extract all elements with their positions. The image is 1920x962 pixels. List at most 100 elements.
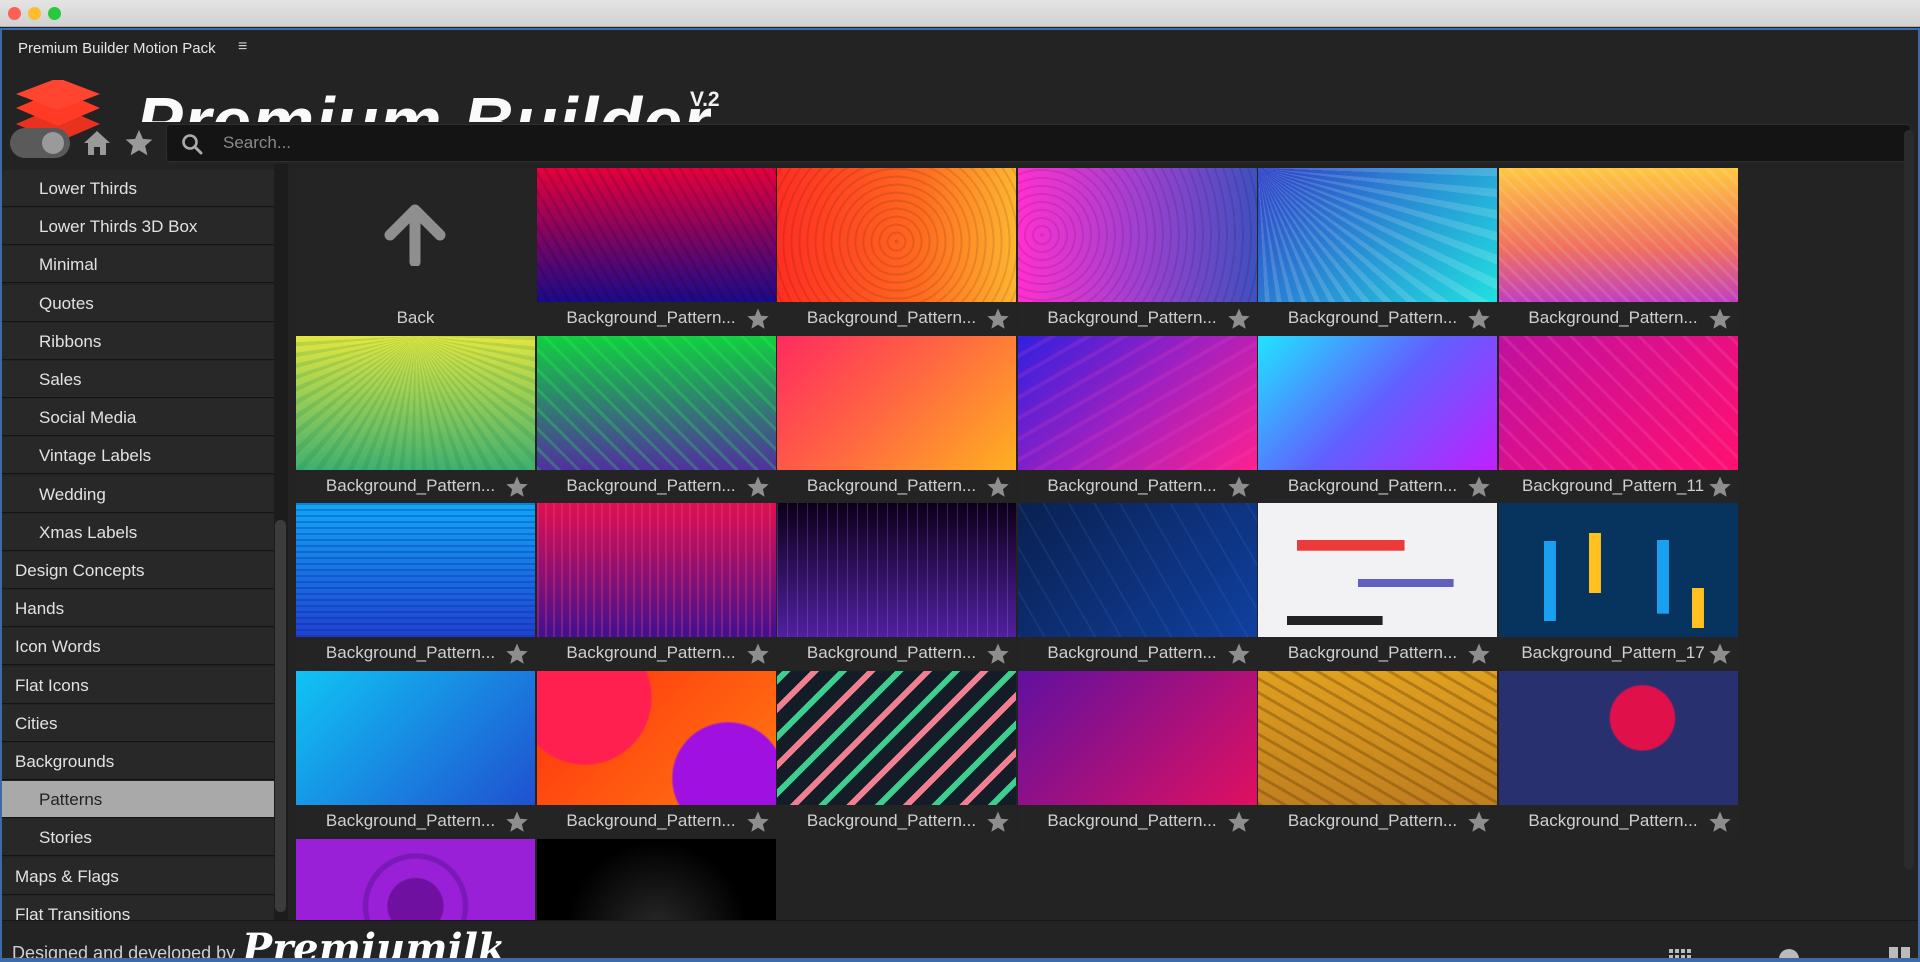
sidebar-item-minimal[interactable]: Minimal <box>2 246 274 284</box>
large-view-icon[interactable] <box>1889 945 1911 960</box>
pattern-thumbnail[interactable] <box>777 168 1016 302</box>
favorite-star-icon[interactable] <box>1467 475 1491 499</box>
sidebar-item-cities[interactable]: Cities <box>2 704 274 742</box>
sidebar-item-design-concepts[interactable]: Design Concepts <box>2 552 274 589</box>
sidebar-item-stories[interactable]: Stories <box>2 819 274 857</box>
grid-scrollbar[interactable] <box>1904 130 1914 870</box>
favorite-star-icon[interactable] <box>1227 642 1251 666</box>
sidebar-item-quotes[interactable]: Quotes <box>2 284 274 322</box>
pattern-tile[interactable]: Background_Pattern... <box>1017 671 1257 839</box>
pattern-thumbnail[interactable] <box>777 671 1016 806</box>
sidebar-item-lower-thirds[interactable]: Lower Thirds <box>2 170 274 207</box>
pattern-thumbnail[interactable] <box>1258 168 1497 302</box>
favorite-star-icon[interactable] <box>746 475 770 499</box>
minimize-button[interactable] <box>28 7 41 20</box>
favorite-star-icon[interactable] <box>1467 810 1491 834</box>
search-bar[interactable] <box>166 124 1911 162</box>
pattern-tile[interactable]: Background_Pattern... <box>1498 671 1738 839</box>
sidebar-item-patterns[interactable]: Patterns <box>2 781 274 819</box>
pattern-tile[interactable]: Background_Pattern... <box>296 503 535 671</box>
pattern-thumbnail[interactable] <box>777 503 1016 638</box>
pattern-thumbnail[interactable] <box>1017 671 1257 806</box>
pattern-tile[interactable]: Background_Pattern... <box>536 503 776 671</box>
sidebar-item-wedding[interactable]: Wedding <box>2 475 274 513</box>
maximize-button[interactable] <box>48 7 61 20</box>
home-icon[interactable] <box>82 128 112 158</box>
pattern-thumbnail[interactable] <box>296 335 535 470</box>
pattern-thumbnail[interactable] <box>296 671 535 806</box>
pattern-thumbnail[interactable] <box>1498 335 1738 470</box>
sidebar-item-hands[interactable]: Hands <box>2 590 274 628</box>
favorite-star-icon[interactable] <box>1708 475 1732 499</box>
pattern-tile[interactable]: Background_Pattern... <box>1258 168 1497 335</box>
pattern-tile[interactable]: Background_Pattern... <box>536 335 776 503</box>
pattern-thumbnail[interactable] <box>1258 335 1497 470</box>
mode-toggle[interactable] <box>10 128 70 158</box>
favorite-star-icon[interactable] <box>505 810 529 834</box>
pattern-tile[interactable]: Background_Pattern... <box>1258 503 1497 671</box>
favorite-star-icon[interactable] <box>1467 642 1491 666</box>
pattern-tile[interactable]: Background_Pattern... <box>777 671 1016 839</box>
pattern-tile[interactable]: Background_Pattern... <box>1498 168 1738 335</box>
pattern-thumbnail[interactable] <box>1498 503 1738 638</box>
pattern-tile[interactable]: Background_Pattern... <box>1258 671 1497 839</box>
favorite-star-icon[interactable] <box>746 307 770 331</box>
pattern-tile[interactable]: Background_Pattern... <box>777 335 1016 503</box>
pattern-tile[interactable]: Background_Pattern... <box>296 335 535 503</box>
sidebar-item-backgrounds[interactable]: Backgrounds <box>2 743 274 780</box>
search-input[interactable] <box>223 125 1823 161</box>
pattern-thumbnail[interactable] <box>1017 168 1257 302</box>
sidebar-item-vintage-labels[interactable]: Vintage Labels <box>2 437 274 475</box>
favorite-star-icon[interactable] <box>746 810 770 834</box>
pattern-thumbnail[interactable] <box>296 503 535 638</box>
hamburger-icon[interactable]: ≡ <box>238 38 247 56</box>
sidebar-item-flat-transitions[interactable]: Flat Transitions <box>2 895 274 920</box>
grid-view-icon[interactable] <box>1669 949 1691 960</box>
favorite-star-icon[interactable] <box>1708 307 1732 331</box>
favorite-star-icon[interactable] <box>1227 475 1251 499</box>
favorite-star-icon[interactable] <box>505 475 529 499</box>
pattern-tile[interactable]: Background_Pattern... <box>296 671 535 839</box>
pattern-thumbnail[interactable] <box>1498 671 1738 806</box>
pattern-tile[interactable]: Background_Pattern_11 <box>1498 335 1738 503</box>
pattern-tile[interactable]: Background_Pattern... <box>1017 335 1257 503</box>
pattern-tile[interactable]: Background_Pattern... <box>777 168 1016 335</box>
sidebar-scrollbar-thumb[interactable] <box>275 520 286 912</box>
pattern-tile[interactable]: Background_Pattern_17 <box>1498 503 1738 671</box>
pattern-thumbnail[interactable] <box>536 671 776 806</box>
pattern-thumbnail[interactable] <box>1258 503 1497 638</box>
pattern-tile[interactable]: Background_Pattern... <box>777 503 1016 671</box>
sidebar-item-xmas-labels[interactable]: Xmas Labels <box>2 513 274 551</box>
sidebar-item-flat-icons[interactable]: Flat Icons <box>2 666 274 704</box>
favorite-star-icon[interactable] <box>1708 642 1732 666</box>
pattern-tile[interactable]: Background_Pattern... <box>536 168 776 335</box>
thumbnail-size-slider[interactable] <box>1779 949 1799 958</box>
sidebar-item-ribbons[interactable]: Ribbons <box>2 322 274 360</box>
favorite-star-icon[interactable] <box>986 475 1010 499</box>
pattern-thumbnail[interactable] <box>536 503 776 638</box>
pattern-thumbnail[interactable] <box>1017 503 1257 638</box>
pattern-thumbnail[interactable] <box>536 838 776 920</box>
pattern-tile[interactable]: Background_Pattern... <box>1017 168 1257 335</box>
pattern-thumbnail[interactable] <box>1258 671 1497 806</box>
pattern-tile[interactable]: Background_Pattern... <box>1017 503 1257 671</box>
pattern-tile[interactable]: Background_Pattern... <box>1258 335 1497 503</box>
pattern-thumbnail[interactable] <box>536 335 776 470</box>
favorite-star-icon[interactable] <box>1227 810 1251 834</box>
favorite-star-icon[interactable] <box>986 810 1010 834</box>
favorite-star-icon[interactable] <box>1227 307 1251 331</box>
sidebar-item-maps-flags[interactable]: Maps & Flags <box>2 857 274 895</box>
pattern-thumbnail[interactable] <box>1498 168 1738 302</box>
favorite-star-icon[interactable] <box>1467 307 1491 331</box>
favorite-star-icon[interactable] <box>505 642 529 666</box>
sidebar-item-sales[interactable]: Sales <box>2 361 274 398</box>
pattern-tile[interactable]: Background_Pattern... <box>536 671 776 839</box>
sidebar-item-lower-thirds-3d-box[interactable]: Lower Thirds 3D Box <box>2 208 274 246</box>
pattern-thumbnail[interactable] <box>536 168 776 302</box>
pattern-tile[interactable] <box>296 838 535 920</box>
favorite-star-icon[interactable] <box>986 642 1010 666</box>
pattern-thumbnail[interactable] <box>1017 335 1257 470</box>
favorite-star-icon[interactable] <box>986 307 1010 331</box>
developer-logo[interactable]: Premiumilk <box>242 925 506 958</box>
pattern-thumbnail[interactable] <box>777 335 1016 470</box>
